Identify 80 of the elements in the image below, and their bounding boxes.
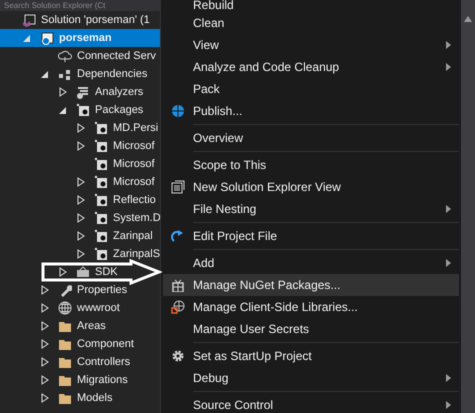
project-icon	[40, 31, 54, 45]
tree-item[interactable]: Areas	[0, 317, 160, 335]
menu-item[interactable]: Overview	[163, 127, 459, 149]
tree-item[interactable]: Controllers	[0, 353, 160, 371]
menu-item[interactable]: File Nesting	[163, 198, 459, 220]
tree-item[interactable]: wwwroot	[0, 299, 160, 317]
menu-item[interactable]: Set as StartUp Project	[163, 345, 459, 367]
package-icon	[94, 247, 108, 261]
package-icon	[94, 121, 108, 135]
menu-item[interactable]: Manage User Secrets	[163, 318, 459, 340]
menu-item[interactable]: New Solution Explorer View	[163, 176, 459, 198]
globe-icon	[58, 301, 72, 315]
menu-item[interactable]: Publish...	[163, 100, 459, 122]
menu-item[interactable]: Analyze and Code Cleanup	[163, 56, 459, 78]
expanded-triangle-icon	[22, 33, 32, 43]
tree-item[interactable]: Properties	[0, 281, 160, 299]
submenu-arrow-icon	[446, 374, 451, 382]
menu-item[interactable]: Scope to This	[163, 154, 459, 176]
tree-item[interactable]: Dependencies	[0, 65, 160, 83]
sdk-icon	[76, 265, 90, 279]
search-field[interactable]: Search Solution Explorer (Ct	[0, 0, 160, 11]
submenu-arrow-icon	[446, 205, 451, 213]
menu-item[interactable]: Source Control	[163, 394, 459, 413]
menu-item[interactable]: Clean	[163, 12, 459, 34]
redo-arrow-icon	[171, 229, 185, 243]
submenu-arrow-icon	[446, 41, 451, 49]
folder-icon	[58, 355, 72, 369]
package-icon	[94, 229, 108, 243]
folder-icon	[58, 337, 72, 351]
settings-icon	[171, 349, 185, 363]
tree-item[interactable]: Solution 'porseman' (1	[0, 11, 160, 29]
menu-item[interactable]: Pack	[163, 78, 459, 100]
dependencies-icon	[58, 67, 72, 81]
tree-item[interactable]: Microsof	[0, 173, 160, 191]
libraries-icon	[171, 300, 185, 314]
menu-item[interactable]: Add	[163, 252, 459, 274]
globe-icon	[171, 104, 185, 118]
menu-item[interactable]: Edit Project File	[163, 225, 459, 247]
expanded-triangle-icon	[58, 105, 68, 115]
folder-icon	[58, 391, 72, 405]
package-icon	[76, 103, 90, 117]
tree-item[interactable]: System.D	[0, 209, 160, 227]
menu-item[interactable]: Debug	[163, 367, 459, 389]
scroll-up-arrow-icon	[464, 16, 472, 22]
tree-item[interactable]: MD.Persi	[0, 119, 160, 137]
tree-item[interactable]: Packages	[0, 101, 160, 119]
package-icon	[94, 157, 108, 171]
menu-item[interactable]: Manage Client-Side Libraries...	[163, 296, 459, 318]
tree-item[interactable]: Component	[0, 335, 160, 353]
cloud-icon	[58, 49, 72, 63]
tree-item[interactable]: Microsof	[0, 155, 160, 173]
gift-icon	[171, 278, 185, 292]
menu-item[interactable]: View	[163, 34, 459, 56]
tree-item[interactable]: SDK	[0, 263, 160, 281]
collapsed-triangle-icon	[58, 87, 68, 97]
folder-icon	[58, 319, 72, 333]
scrollbar[interactable]	[461, 0, 475, 413]
tree-item[interactable]: Migrations	[0, 371, 160, 389]
window-icon	[171, 180, 185, 194]
analyzers-icon	[76, 85, 90, 99]
expanded-triangle-icon	[40, 69, 50, 79]
package-icon	[94, 139, 108, 153]
tree-item[interactable]: Zarinpal	[0, 227, 160, 245]
package-icon	[94, 175, 108, 189]
solution-icon	[22, 13, 36, 27]
tree-item[interactable]: Microsof	[0, 137, 160, 155]
tree-item[interactable]: Connected Serv	[0, 47, 160, 65]
tree-item[interactable]: Models	[0, 389, 160, 407]
submenu-arrow-icon	[446, 63, 451, 71]
menu-item[interactable]: Rebuild	[163, 0, 459, 12]
folder-icon	[58, 373, 72, 387]
menu-item[interactable]: Manage NuGet Packages...	[163, 274, 459, 296]
package-icon	[94, 193, 108, 207]
tree-item[interactable]: Reflectio	[0, 191, 160, 209]
tree-item[interactable]: ZarinpalS	[0, 245, 160, 263]
tree-item[interactable]: porseman	[0, 29, 160, 47]
submenu-arrow-icon	[446, 401, 451, 409]
tree-item[interactable]: Analyzers	[0, 83, 160, 101]
package-icon	[94, 211, 108, 225]
submenu-arrow-icon	[446, 259, 451, 267]
